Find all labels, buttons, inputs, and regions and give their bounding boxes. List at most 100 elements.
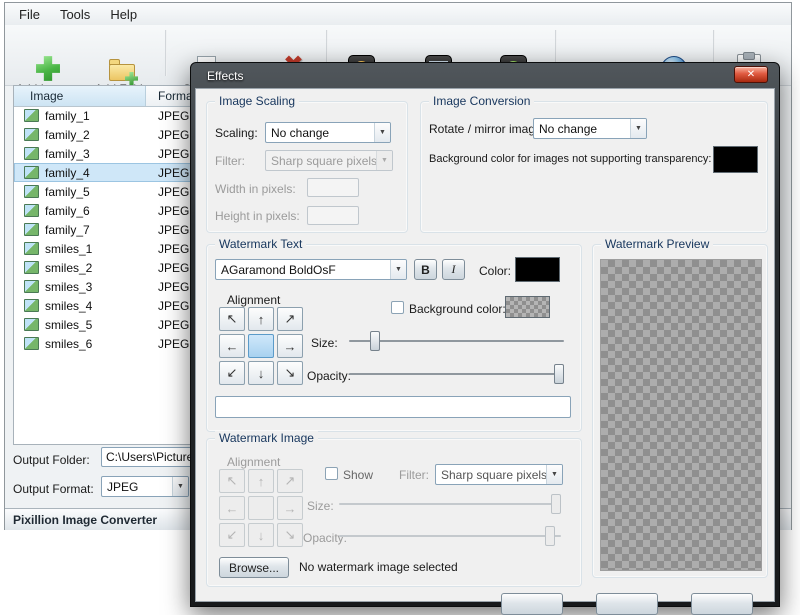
text-color-swatch[interactable] bbox=[515, 257, 560, 282]
italic-button[interactable]: I bbox=[442, 259, 465, 280]
align-left-button[interactable]: ← bbox=[219, 334, 245, 358]
thumbnail-icon bbox=[24, 280, 39, 293]
watermark-text-input[interactable] bbox=[215, 396, 571, 418]
thumbnail-icon bbox=[24, 128, 39, 141]
status-text: Pixillion Image Converter bbox=[13, 512, 158, 527]
dialog-button-1[interactable] bbox=[501, 593, 563, 615]
menu-help[interactable]: Help bbox=[110, 7, 137, 22]
bold-button[interactable]: B bbox=[414, 259, 437, 280]
align-bottom-right-button: ↘ bbox=[277, 523, 303, 547]
thumbnail-icon bbox=[24, 318, 39, 331]
align-bottom-left-button[interactable]: ↙ bbox=[219, 361, 245, 385]
watermark-image-status: No watermark image selected bbox=[299, 560, 458, 574]
image-filter-select[interactable]: Sharp square pixels ▼ bbox=[435, 464, 563, 485]
text-opacity-slider[interactable] bbox=[349, 364, 564, 384]
chevron-down-icon: ▼ bbox=[374, 123, 390, 142]
slider-track bbox=[339, 535, 561, 537]
background-color-swatch[interactable] bbox=[505, 296, 550, 318]
column-header-image[interactable]: Image bbox=[14, 86, 146, 106]
align-bottom-button: ↓ bbox=[248, 523, 274, 547]
font-select[interactable]: AGaramond BoldOsF ▼ bbox=[215, 259, 407, 280]
file-name: smiles_3 bbox=[45, 279, 93, 294]
toolbar-separator bbox=[165, 30, 167, 76]
dialog-titlebar[interactable]: Effects ✕ bbox=[195, 63, 775, 88]
dialog-button-3[interactable] bbox=[691, 593, 753, 615]
slider-track bbox=[339, 503, 561, 505]
image-size-label: Size: bbox=[307, 499, 334, 513]
align-center-button bbox=[248, 496, 274, 520]
clipboard-clip bbox=[743, 52, 755, 60]
chevron-down-icon: ▼ bbox=[172, 477, 188, 496]
background-color-label: Background color: bbox=[409, 302, 506, 316]
chevron-down-icon: ▼ bbox=[390, 260, 406, 279]
file-name: family_1 bbox=[45, 108, 90, 123]
dialog-button-2[interactable] bbox=[596, 593, 658, 615]
image-alignment-grid: ↖ ↑ ↗ ← → ↙ ↓ ↘ bbox=[219, 469, 303, 547]
image-alignment-label: Alignment bbox=[227, 455, 281, 469]
align-right-button: → bbox=[277, 496, 303, 520]
thumbnail-icon bbox=[24, 261, 39, 274]
browse-button[interactable]: Browse... bbox=[219, 557, 289, 578]
file-name: family_4 bbox=[45, 165, 90, 180]
text-size-slider[interactable] bbox=[349, 331, 564, 351]
rotate-value: No change bbox=[539, 122, 598, 136]
thumbnail-icon bbox=[24, 166, 39, 179]
slider-track bbox=[349, 340, 564, 342]
image-conversion-group: Image Conversion Rotate / mirror image: … bbox=[420, 94, 768, 233]
align-bottom-left-button: ↙ bbox=[219, 523, 245, 547]
file-format: JPEG bbox=[158, 222, 190, 237]
show-checkbox[interactable] bbox=[325, 467, 338, 480]
thumbnail-icon bbox=[24, 223, 39, 236]
thumbnail-icon bbox=[24, 242, 39, 255]
add-images-icon[interactable] bbox=[36, 56, 60, 81]
background-color-checkbox[interactable] bbox=[391, 301, 404, 314]
menu-file[interactable]: File bbox=[19, 7, 40, 22]
align-top-right-button: ↗ bbox=[277, 469, 303, 493]
transparency-bg-color-swatch[interactable] bbox=[713, 146, 758, 173]
text-color-label: Color: bbox=[479, 264, 512, 278]
chevron-down-icon: ▼ bbox=[546, 465, 562, 484]
file-format: JPEG bbox=[158, 165, 190, 180]
slider-thumb[interactable] bbox=[554, 364, 564, 384]
image-filter-value: Sharp square pixels bbox=[441, 468, 546, 482]
thumbnail-icon bbox=[24, 337, 39, 350]
output-folder-label: Output Folder: bbox=[13, 453, 90, 467]
scale-filter-label: Filter: bbox=[215, 154, 245, 168]
add-folder-icon[interactable] bbox=[109, 55, 138, 85]
height-input bbox=[307, 206, 359, 225]
file-format: JPEG bbox=[158, 146, 190, 161]
scale-filter-select: Sharp square pixels ▼ bbox=[265, 150, 393, 171]
file-format: JPEG bbox=[158, 108, 190, 123]
file-name: smiles_4 bbox=[45, 298, 93, 313]
text-opacity-label: Opacity: bbox=[307, 369, 352, 383]
file-name: family_7 bbox=[45, 222, 90, 237]
watermark-image-title: Watermark Image bbox=[215, 431, 318, 445]
file-format: JPEG bbox=[158, 260, 190, 275]
align-bottom-right-button[interactable]: ↘ bbox=[277, 361, 303, 385]
watermark-preview-area bbox=[600, 259, 762, 571]
align-top-button[interactable]: ↑ bbox=[248, 307, 274, 331]
align-top-left-button: ↖ bbox=[219, 469, 245, 493]
align-center-button[interactable] bbox=[248, 334, 274, 358]
effects-dialog: Effects ✕ Image Scaling Scaling: No chan… bbox=[190, 62, 780, 615]
scaling-select[interactable]: No change ▼ bbox=[265, 122, 391, 143]
chevron-down-icon: ▼ bbox=[630, 119, 646, 138]
close-button[interactable]: ✕ bbox=[734, 66, 768, 83]
transparency-bg-label: Background color for images not supporti… bbox=[429, 153, 712, 165]
file-name: smiles_6 bbox=[45, 336, 93, 351]
menu-tools[interactable]: Tools bbox=[60, 7, 90, 22]
rotate-select[interactable]: No change ▼ bbox=[533, 118, 647, 139]
align-right-button[interactable]: → bbox=[277, 334, 303, 358]
font-value: AGaramond BoldOsF bbox=[221, 263, 336, 277]
output-format-select[interactable]: JPEG ▼ bbox=[101, 476, 189, 497]
file-format: JPEG bbox=[158, 317, 190, 332]
output-format-label: Output Format: bbox=[13, 482, 94, 496]
watermark-preview-title: Watermark Preview bbox=[601, 237, 714, 251]
watermark-text-title: Watermark Text bbox=[215, 237, 307, 251]
slider-thumb[interactable] bbox=[369, 331, 380, 351]
align-top-left-button[interactable]: ↖ bbox=[219, 307, 245, 331]
align-top-right-button[interactable]: ↗ bbox=[277, 307, 303, 331]
file-name: smiles_1 bbox=[45, 241, 93, 256]
text-size-label: Size: bbox=[311, 336, 338, 350]
align-bottom-button[interactable]: ↓ bbox=[248, 361, 274, 385]
